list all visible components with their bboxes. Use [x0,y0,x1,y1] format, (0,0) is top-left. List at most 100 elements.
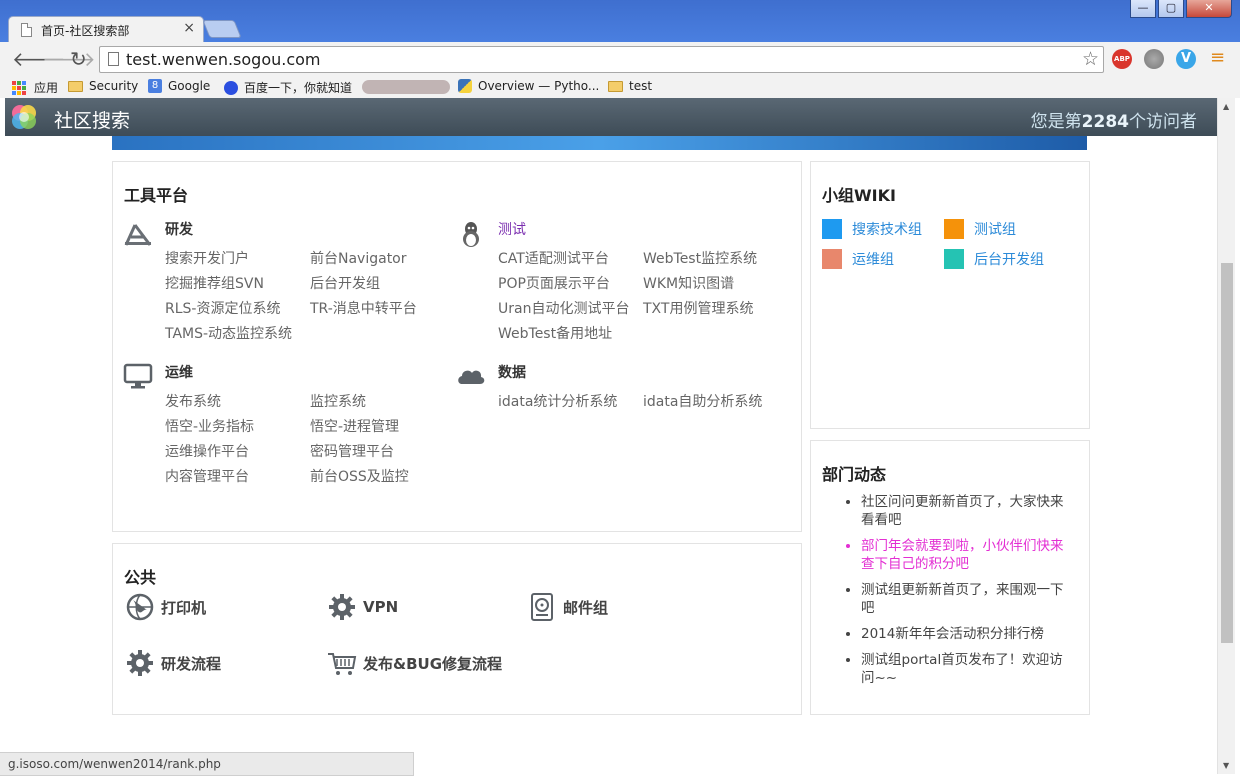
tool-link[interactable]: idata统计分析系统 [498,391,617,411]
site-title[interactable]: 社区搜索 [54,106,130,133]
vpn-link[interactable]: VPN [327,592,398,622]
news-item[interactable]: 部门年会就要到啦，小伙伴们快来查下自己的积分吧 [861,537,1076,573]
reload-icon[interactable]: ↻ [70,47,87,71]
python-icon [458,79,472,93]
news-item[interactable]: 社区问问更新新首页了，大家快来看看吧 [861,493,1076,529]
tool-link[interactable]: 悟空-进程管理 [310,416,399,436]
browser-tab[interactable]: 首页-社区搜索部 × [8,16,204,42]
harddisk-icon [531,593,553,621]
tool-link[interactable]: WKM知识图谱 [643,273,734,293]
tool-link[interactable]: idata自助分析系统 [643,391,762,411]
status-bar: g.isoso.com/wenwen2014/rank.php [0,752,414,776]
appstore-icon [124,224,152,246]
monitor-icon [123,363,153,389]
category-test-title[interactable]: 测试 [498,219,526,239]
news-list: 社区问问更新新首页了，大家快来看看吧 部门年会就要到啦，小伙伴们快来查下自己的积… [861,493,1076,695]
wiki-panel-title: 小组WIKI [822,186,896,205]
page-viewport: 社区搜索 您是第2284个访问者 工具平台 研发 搜索开发门户 前台Naviga… [5,98,1217,774]
news-item[interactable]: 2014新年年会活动积分排行榜 [861,625,1076,643]
bookmark-baidu[interactable]: 百度一下，你就知道 [224,79,352,96]
maximize-button[interactable]: ▢ [1158,0,1184,18]
public-panel: 公共 打印机 VPN 邮件组 研发流程 发布&BUG修复流程 [112,543,802,715]
tab-title: 首页-社区搜索部 [41,24,130,38]
tool-link[interactable]: 发布系统 [165,391,221,411]
window-close-button[interactable]: ✕ [1186,0,1232,18]
url-text[interactable]: test.wenwen.sogou.com [126,50,321,69]
vimeo-icon[interactable]: V [1176,49,1196,69]
bookmark-test[interactable]: test [608,79,652,93]
new-tab-button[interactable] [202,20,242,38]
mail-group-link[interactable]: 邮件组 [527,592,608,622]
tab-close-icon[interactable]: × [183,20,195,36]
tool-link[interactable]: CAT适配测试平台 [498,248,609,268]
page-icon [108,52,119,66]
category-dev-title: 研发 [165,222,193,238]
color-square-icon [944,219,964,239]
tool-link[interactable]: 内容管理平台 [165,466,249,486]
banner-image [112,136,1087,150]
google-icon: 8 [148,79,162,93]
tool-link[interactable]: 监控系统 [310,391,366,411]
bookmark-python[interactable]: Overview — Pytho... [458,79,599,93]
bookmark-apps[interactable]: 应用 [12,79,58,96]
wiki-ops[interactable]: 运维组 [822,249,894,269]
bookmark-security[interactable]: Security [68,79,138,93]
wiki-panel: 小组WIKI 搜索技术组 测试组 运维组 后台开发组 [810,161,1090,429]
tool-link[interactable]: Uran自动化测试平台 [498,298,629,318]
cart-icon [328,653,357,675]
tools-panel-title: 工具平台 [124,186,189,205]
category-data-title: 数据 [498,365,526,381]
globe-icon[interactable] [1144,49,1164,69]
color-square-icon [822,219,842,239]
minimize-button[interactable]: — [1130,0,1156,18]
color-square-icon [944,249,964,269]
cloud-icon [458,370,485,384]
news-panel: 部门动态 社区问问更新新首页了，大家快来看看吧 部门年会就要到啦，小伙伴们快来查… [810,440,1090,715]
printer-link[interactable]: 打印机 [125,592,206,622]
page-scrollbar[interactable]: ▲ ▼ [1217,98,1235,774]
tool-link[interactable]: WebTest备用地址 [498,323,612,343]
gear-icon [127,650,153,676]
tools-panel: 工具平台 研发 搜索开发门户 前台Navigator 挖掘推荐组SVN 后台开发… [112,161,802,532]
release-bugfix-link[interactable]: 发布&BUG修复流程 [327,648,502,678]
scroll-up-icon[interactable]: ▲ [1223,102,1229,111]
tool-link[interactable]: TR-消息中转平台 [310,298,417,318]
bookmarks-bar: 应用 Security 8 Google 百度一下，你就知道 Overview … [0,76,1240,98]
tool-link[interactable]: 运维操作平台 [165,441,249,461]
bookmark-google[interactable]: 8 Google [148,79,210,93]
folder-icon [68,80,83,92]
browser-toolbar: 🡐 🡒 ↻ test.wenwen.sogou.com ☆ ABP V ≡ [0,42,1240,76]
tool-link[interactable]: RLS-资源定位系统 [165,298,280,318]
scrollbar-thumb[interactable] [1221,263,1233,643]
linux-icon [463,222,479,247]
category-ops-title: 运维 [165,365,193,381]
tool-link[interactable]: TAMS-动态监控系统 [165,323,292,343]
wiki-backend[interactable]: 后台开发组 [944,249,1044,269]
tool-link[interactable]: 密码管理平台 [310,441,394,461]
adblock-icon[interactable]: ABP [1112,49,1132,69]
tool-link[interactable]: 搜索开发门户 [165,248,249,268]
tool-link[interactable]: 悟空-业务指标 [165,416,254,436]
tool-link[interactable]: 前台Navigator [310,248,407,268]
news-item[interactable]: 测试组更新新首页了，来围观一下吧 [861,581,1076,617]
tool-link[interactable]: TXT用例管理系统 [643,298,753,318]
wiki-test[interactable]: 测试组 [944,219,1016,239]
menu-icon[interactable]: ≡ [1210,47,1225,68]
visitor-counter: 您是第2284个访问者 [1030,112,1197,132]
wiki-search-tech[interactable]: 搜索技术组 [822,219,922,239]
bookmark-star-icon[interactable]: ☆ [1082,48,1099,70]
scroll-down-icon[interactable]: ▼ [1223,761,1229,770]
forward-arrow-icon[interactable]: 🡒 [42,47,96,71]
tool-link[interactable]: 挖掘推荐组SVN [165,273,264,293]
news-item[interactable]: 测试组portal首页发布了！欢迎访问~~ [861,651,1076,687]
tool-link[interactable]: POP页面展示平台 [498,273,610,293]
dev-process-link[interactable]: 研发流程 [125,648,221,678]
redacted-bookmark [362,80,450,94]
tool-link[interactable]: 前台OSS及监控 [310,466,409,486]
tool-link[interactable]: WebTest监控系统 [643,248,757,268]
color-square-icon [822,249,842,269]
baidu-icon [224,80,238,95]
tool-link[interactable]: 后台开发组 [310,273,380,293]
gear-icon [329,594,355,620]
address-bar[interactable]: test.wenwen.sogou.com ☆ [99,46,1104,73]
